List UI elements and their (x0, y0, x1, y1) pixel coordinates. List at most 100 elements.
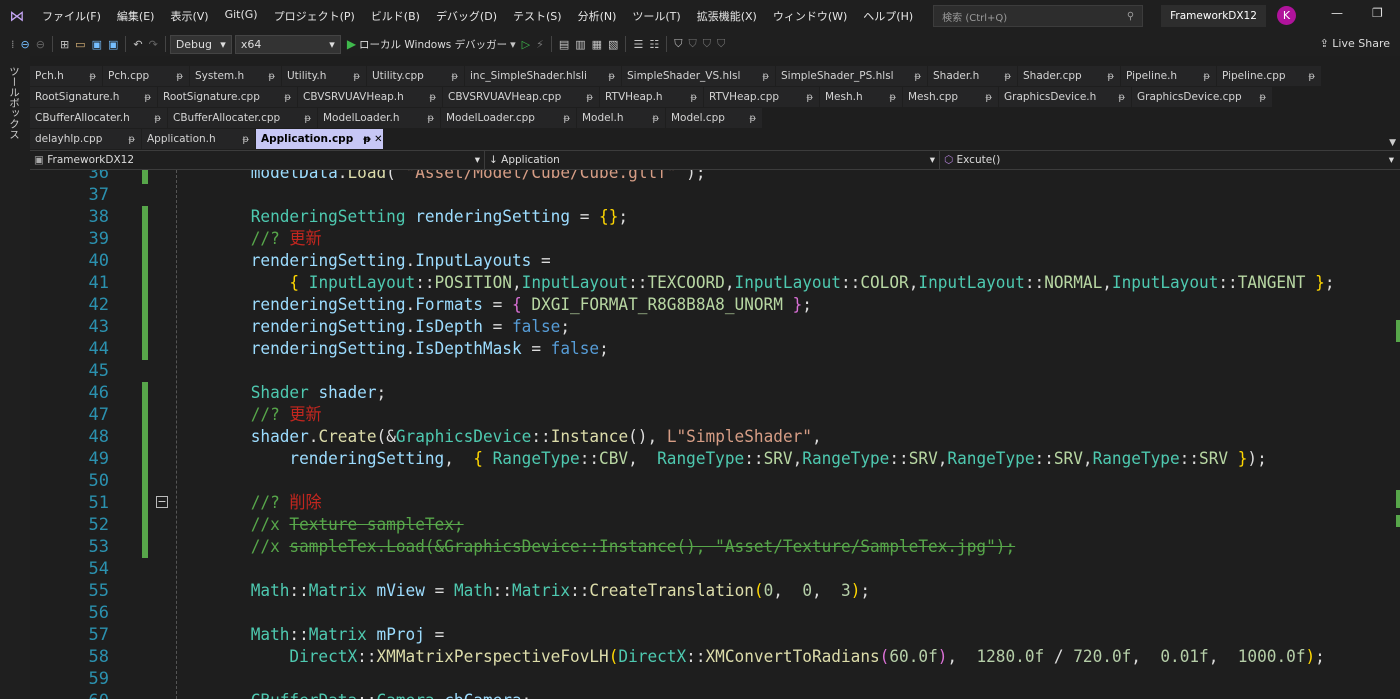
code-line[interactable]: 60 CBufferData::Camera cbCamera; (30, 690, 1400, 699)
tab-mesh-h[interactable]: Mesh.h ᵽ (820, 87, 903, 107)
pin-icon[interactable]: ᵽ (1203, 71, 1210, 82)
tab-graphicsdevice-cpp[interactable]: GraphicsDevice.cpp ᵽ (1132, 87, 1273, 107)
pin-icon[interactable]: ᵽ (268, 71, 275, 82)
comment-icon[interactable]: ☰ (630, 38, 646, 51)
tab-rootsignature-cpp[interactable]: RootSignature.cpp ᵽ (158, 87, 298, 107)
code-line[interactable]: 48 shader.Create(&GraphicsDevice::Instan… (30, 426, 1400, 448)
code-line[interactable]: 46 Shader shader; (30, 382, 1400, 404)
code-line[interactable]: 55 Math::Matrix mView = Math::Matrix::Cr… (30, 580, 1400, 602)
tab-utility-h[interactable]: Utility.h ᵽ (282, 66, 367, 86)
code-line[interactable]: 58 DirectX::XMMatrixPerspectiveFovLH(Dir… (30, 646, 1400, 668)
vertical-scrollbar[interactable] (1394, 170, 1400, 699)
code-line[interactable]: 57 Math::Matrix mProj = (30, 624, 1400, 646)
code-line[interactable]: 42 renderingSetting.Formats = { DXGI_FOR… (30, 294, 1400, 316)
member-dropdown[interactable]: ⬡ Excute() ▾ (940, 151, 1398, 169)
redo-icon[interactable]: ↷ (146, 38, 161, 51)
pin-icon[interactable]: ᵽ (427, 113, 434, 124)
tab-pch-h[interactable]: Pch.h ᵽ (30, 66, 103, 86)
tab-overflow-icon[interactable]: ▼ (1389, 138, 1396, 148)
pin-icon[interactable]: ᵽ (304, 113, 311, 124)
undo-icon[interactable]: ↶ (130, 38, 145, 51)
tab-mesh-cpp[interactable]: Mesh.cpp ᵽ (903, 87, 999, 107)
open-file-icon[interactable]: ▭ (72, 38, 88, 51)
pin-icon[interactable]: ᵽ (749, 113, 756, 124)
code-line[interactable]: 39 //? 更新 (30, 228, 1400, 250)
tab-shader-cpp[interactable]: Shader.cpp ᵽ (1018, 66, 1121, 86)
toolbar-icon-c[interactable]: ▦ (589, 38, 605, 51)
pin-icon[interactable]: ᵽ (806, 92, 813, 103)
tab-cbvsrvuavheap-h[interactable]: CBVSRVUAVHeap.h ᵽ (298, 87, 443, 107)
tab-simpleshader-vs-hlsl[interactable]: SimpleShader_VS.hlsl ᵽ (622, 66, 776, 86)
menu-item[interactable]: ファイル(F) (34, 8, 109, 24)
tab-utility-cpp[interactable]: Utility.cpp ᵽ (367, 66, 465, 86)
tab-modelloader-cpp[interactable]: ModelLoader.cpp ᵽ (441, 108, 577, 128)
save-all-icon[interactable]: ▣ (105, 38, 121, 51)
minimize-icon[interactable]: — (1331, 6, 1343, 20)
menu-item[interactable]: ビルド(B) (363, 8, 428, 24)
tab-pipeline-cpp[interactable]: Pipeline.cpp ᵽ (1217, 66, 1322, 86)
code-line[interactable]: 41 { InputLayout::POSITION,InputLayout::… (30, 272, 1400, 294)
bookmark-clear-icon[interactable]: ⛉ (714, 37, 728, 51)
pin-icon[interactable]: ᵽ (176, 71, 183, 82)
code-line[interactable]: 44 renderingSetting.IsDepthMask = false; (30, 338, 1400, 360)
menu-item[interactable]: ヘルプ(H) (855, 8, 921, 24)
tab-inc-simpleshader-hlsli[interactable]: inc_SimpleShader.hlsli ᵽ (465, 66, 622, 86)
save-icon[interactable]: ▣ (89, 38, 105, 51)
tab-pch-cpp[interactable]: Pch.cpp ᵽ (103, 66, 190, 86)
code-line[interactable]: 53 //x sampleTex.Load(&GraphicsDevice::I… (30, 536, 1400, 558)
tab-simpleshader-ps-hlsl[interactable]: SimpleShader_PS.hlsl ᵽ (776, 66, 928, 86)
pin-icon[interactable]: ᵽ (889, 92, 896, 103)
tab-application-h[interactable]: Application.h ᵽ (142, 129, 256, 149)
tab-application-cpp[interactable]: Application.cpp ᵽ ✕ (256, 129, 384, 149)
config-dropdown[interactable]: Debug ▾ (169, 34, 232, 54)
menu-item[interactable]: プロジェクト(P) (266, 8, 363, 24)
tab-cbufferallocater-h[interactable]: CBufferAllocater.h ᵽ (30, 108, 168, 128)
code-line[interactable]: 52 //x Texture sampleTex; (30, 514, 1400, 536)
menu-item[interactable]: ツール(T) (624, 8, 688, 24)
code-line[interactable]: 59 (30, 668, 1400, 690)
code-line[interactable]: 45 (30, 360, 1400, 382)
tab-model-cpp[interactable]: Model.cpp ᵽ (666, 108, 763, 128)
code-line[interactable]: 47 //? 更新 (30, 404, 1400, 426)
pin-icon[interactable]: ᵽ (1118, 92, 1125, 103)
scope-dropdown[interactable]: ↓ Application ▾ (485, 151, 940, 169)
code-line[interactable]: 36 modelData.Load( "Asset/Model/Cube/Cub… (30, 170, 1400, 184)
code-line[interactable]: 37 (30, 184, 1400, 206)
restore-icon[interactable]: ❐ (1372, 6, 1383, 20)
tab-rtvheap-h[interactable]: RTVHeap.h ᵽ (600, 87, 704, 107)
tab-cbufferallocater-cpp[interactable]: CBufferAllocater.cpp ᵽ (168, 108, 318, 128)
code-line[interactable]: 51 − //? 削除 (30, 492, 1400, 514)
menu-item[interactable]: 編集(E) (109, 8, 163, 24)
tab-delayhlp-cpp[interactable]: delayhlp.cpp ᵽ (30, 129, 142, 149)
pin-icon[interactable]: ᵽ (284, 92, 291, 103)
pin-icon[interactable]: ᵽ (563, 113, 570, 124)
toolbar-icon-d[interactable]: ▧ (605, 38, 621, 51)
hot-reload-icon[interactable]: ⚡ (533, 38, 547, 51)
back-icon[interactable]: ⊖ (18, 38, 33, 51)
code-line[interactable]: 56 (30, 602, 1400, 624)
pin-icon[interactable]: ᵽ (690, 92, 697, 103)
tab-shader-h[interactable]: Shader.h ᵽ (928, 66, 1018, 86)
pin-icon[interactable]: ᵽ (128, 134, 135, 145)
menu-item[interactable]: 分析(N) (570, 8, 625, 24)
menu-item[interactable]: 表示(V) (162, 8, 216, 24)
toolbox-tab[interactable]: ツールボックス (7, 66, 22, 140)
platform-dropdown[interactable]: x64 ▾ (234, 34, 341, 54)
tab-system-h[interactable]: System.h ᵽ (190, 66, 282, 86)
pin-icon[interactable]: ᵽ (154, 113, 161, 124)
menu-item[interactable]: デバッグ(D) (428, 8, 505, 24)
code-line[interactable]: 43 renderingSetting.IsDepth = false; (30, 316, 1400, 338)
menu-item[interactable]: Git(G) (217, 8, 266, 24)
tab-graphicsdevice-h[interactable]: GraphicsDevice.h ᵽ (999, 87, 1132, 107)
tab-rootsignature-h[interactable]: RootSignature.h ᵽ (30, 87, 158, 107)
collapse-icon[interactable]: − (156, 496, 168, 508)
pin-icon[interactable]: ᵽ (1308, 71, 1315, 82)
chevron-down-icon[interactable]: ▾ (507, 38, 519, 51)
live-share-button[interactable]: ⇪ Live Share (1320, 37, 1390, 50)
menu-item[interactable]: 拡張機能(X) (689, 8, 765, 24)
pin-icon[interactable]: ᵽ (762, 71, 769, 82)
tab-rtvheap-cpp[interactable]: RTVHeap.cpp ᵽ (704, 87, 820, 107)
pin-close-icon[interactable]: ᵽ ✕ (363, 134, 382, 145)
start-without-debug-icon[interactable]: ▷ (519, 38, 533, 51)
tab-pipeline-h[interactable]: Pipeline.h ᵽ (1121, 66, 1217, 86)
